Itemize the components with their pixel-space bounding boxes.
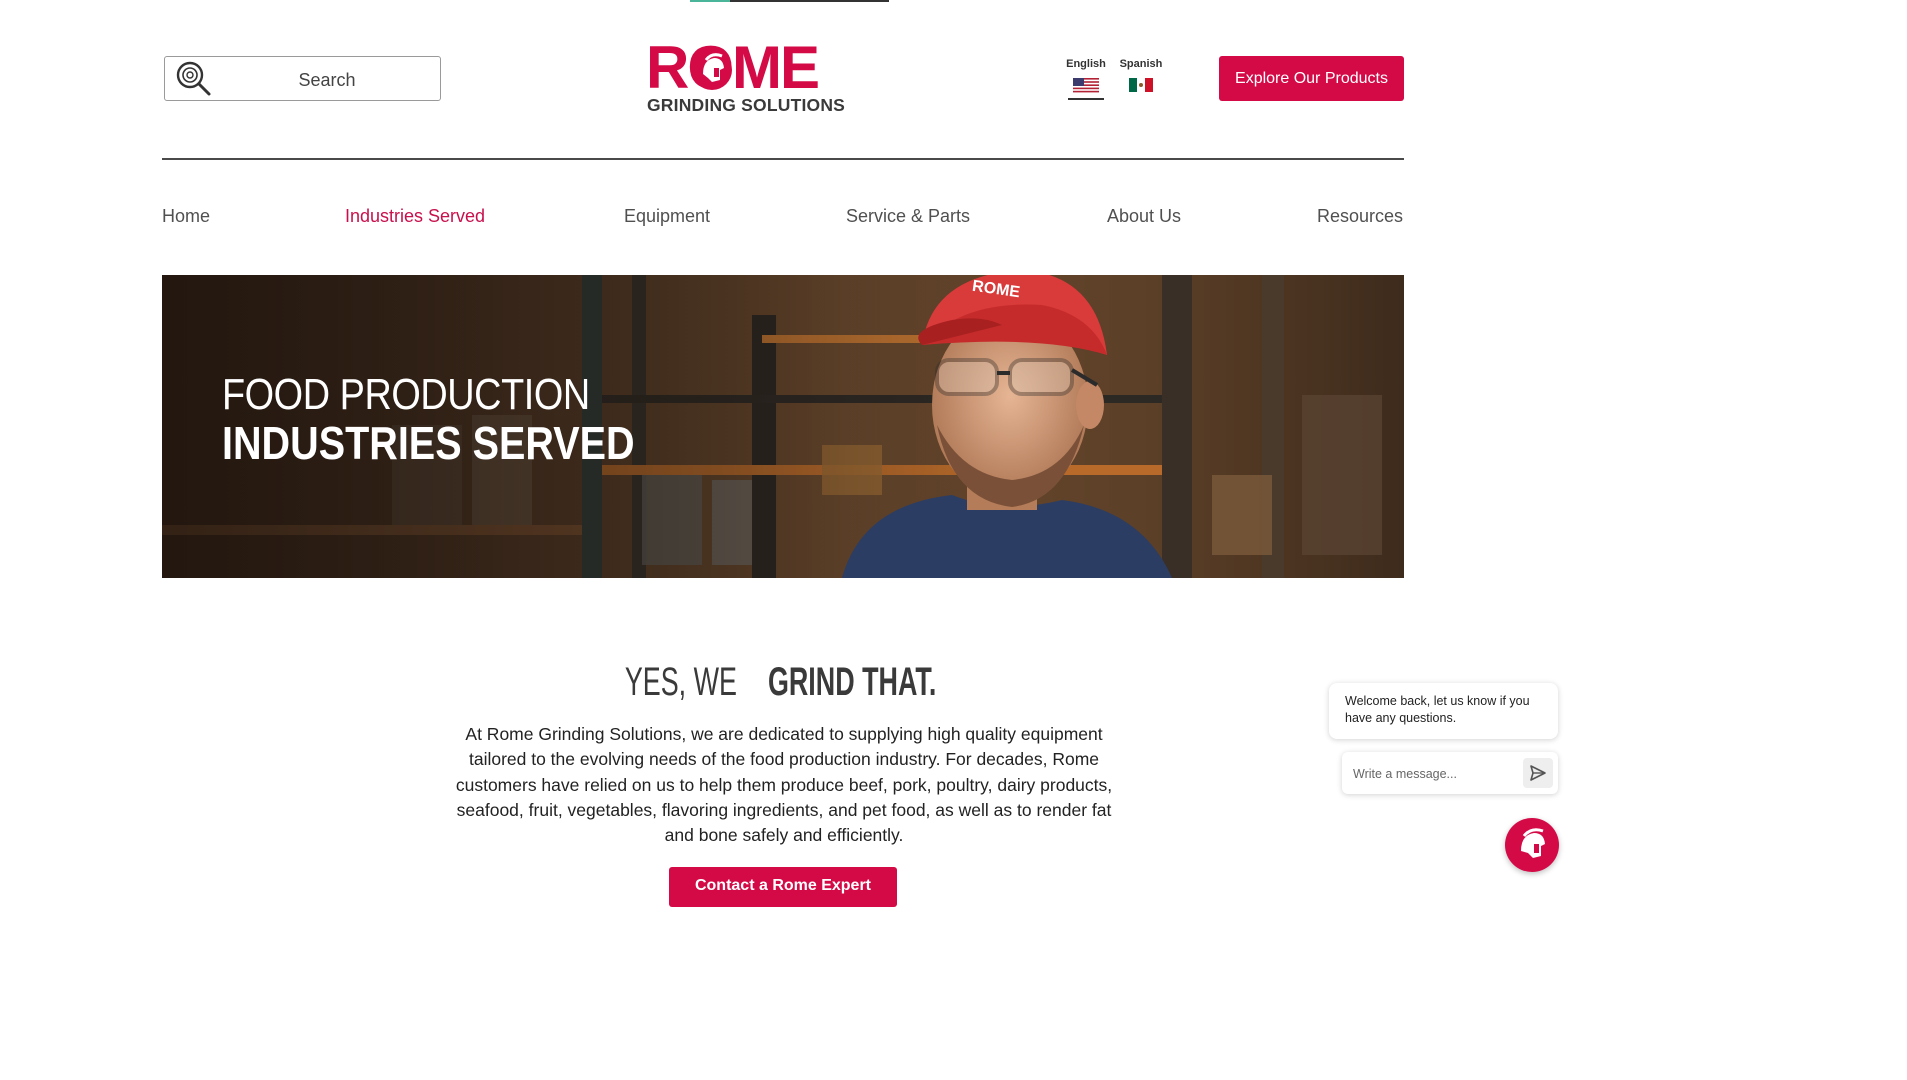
contact-expert-button[interactable]: Contact a Rome Expert: [669, 867, 897, 907]
hero-title: FOOD PRODUCTION INDUSTRIES SERVED: [222, 370, 702, 469]
language-spanish[interactable]: Spanish: [1116, 58, 1166, 92]
search-box[interactable]: [164, 56, 441, 101]
nav-home[interactable]: Home: [162, 206, 210, 227]
hero-title-line2: INDUSTRIES SERVED: [222, 417, 635, 469]
nav-industries-served[interactable]: Industries Served: [345, 206, 485, 227]
explore-products-button[interactable]: Explore Our Products: [1219, 56, 1404, 101]
send-icon: [1530, 765, 1546, 781]
hero-banner: ROME FOOD PRODUCTION INDUSTRIES SERVED: [162, 275, 1404, 578]
section-body-text: At Rome Grinding Solutions, we are dedic…: [455, 724, 1113, 846]
nav-about-us[interactable]: About Us: [1107, 206, 1181, 227]
chat-launcher-button[interactable]: [1505, 818, 1559, 872]
language-english[interactable]: English: [1061, 58, 1111, 94]
nav-resources[interactable]: Resources: [1317, 206, 1403, 227]
nav-equipment[interactable]: Equipment: [624, 206, 710, 227]
header-divider: [162, 158, 1404, 160]
rome-logo[interactable]: ROME GRINDING SOLUTIONS: [646, 38, 845, 116]
chat-send-button[interactable]: [1523, 758, 1553, 788]
language-label: English: [1066, 58, 1106, 70]
language-label: Spanish: [1119, 58, 1163, 70]
chat-input-box[interactable]: [1342, 752, 1558, 794]
selected-language-indicator: [1068, 98, 1104, 100]
spartan-helmet-icon: [1521, 828, 1545, 858]
logo-subtitle: GRINDING SOLUTIONS: [647, 95, 846, 115]
chat-greeting-bubble: Welcome back, let us know if you have an…: [1329, 683, 1558, 739]
heading-bold: GRIND THAT.: [768, 660, 937, 704]
hero-title-line1: FOOD PRODUCTION: [222, 370, 590, 419]
us-flag-icon: [1073, 78, 1099, 94]
page-progress-accent: [690, 0, 730, 2]
nav-service-parts[interactable]: Service & Parts: [846, 206, 970, 227]
heading-light: YES, WE: [625, 660, 738, 704]
search-icon[interactable]: [176, 61, 212, 97]
search-input[interactable]: [225, 63, 429, 97]
mexico-flag-icon: [1129, 78, 1153, 92]
chat-message-input[interactable]: [1351, 762, 1520, 786]
spartan-helmet-icon: [692, 50, 732, 90]
